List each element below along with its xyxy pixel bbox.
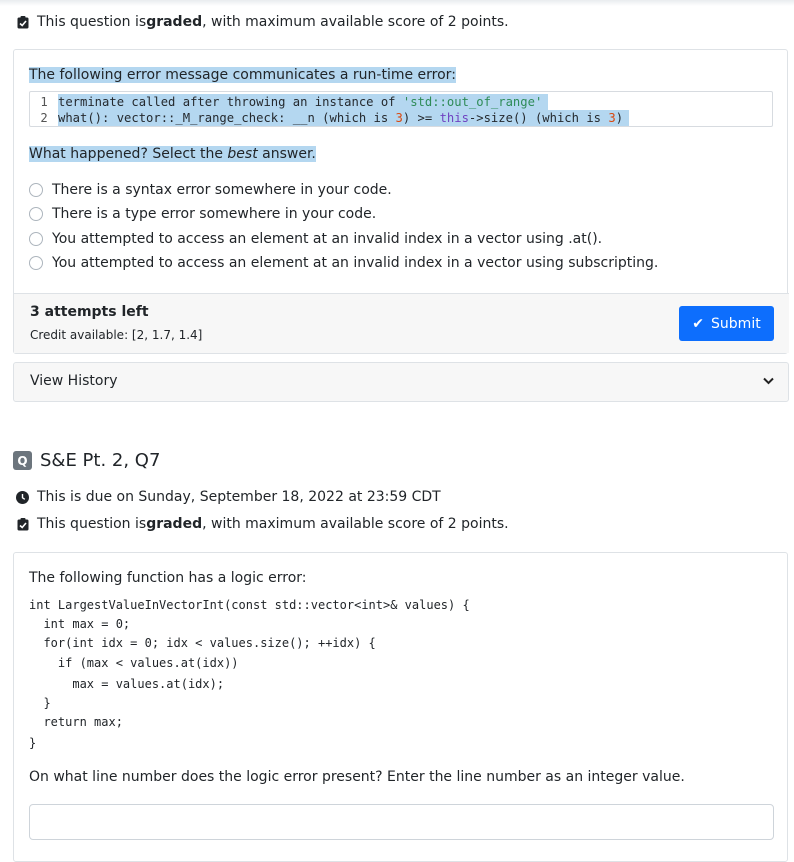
code-line: int LargestValueInVectorInt(const std::v… [29,598,470,612]
graded-bold: graded [146,14,203,30]
option-type-error[interactable]: There is a type error somewhere in your … [29,206,376,222]
code-line: } [29,736,37,750]
graded-notice-2: This question is graded, with maximum av… [16,516,509,532]
answer-input[interactable] [29,804,774,840]
check-icon: ✔ [692,315,705,332]
credit-available: Credit available: [2, 1.7, 1.4] [30,328,203,342]
view-history-label: View History [30,373,118,389]
question-text-2: On what line number does the logic error… [29,769,685,785]
clipboard-check-icon [16,517,29,531]
question-prompt: The following error message communicates… [29,67,456,83]
code-line: if (max < values.at(idx)) [29,656,239,670]
radio-button[interactable] [29,207,43,221]
code-line: int max = 0; [29,617,131,631]
question-prompt-2: The following function has a logic error… [29,570,307,586]
attempts-left: 3 attempts left [30,304,149,320]
clipboard-check-icon [16,15,29,29]
code-line: max = values.at(idx); [29,677,225,691]
card-footer: 3 attempts left Credit available: [2, 1.… [14,293,789,353]
code-line: } [29,696,51,710]
question-title-text: S&E Pt. 2, Q7 [40,450,161,471]
graded-prefix: This question is [37,14,147,30]
radio-button[interactable] [29,183,43,197]
submit-button[interactable]: ✔ Submit [679,306,774,341]
graded-suffix: , with maximum available score of 2 poin… [202,14,509,30]
clock-icon [16,490,29,504]
graded-notice: This question is graded, with maximum av… [16,14,509,30]
view-history-toggle[interactable]: View History [13,362,789,402]
graded-bold: graded [146,516,203,532]
radio-button[interactable] [29,232,43,246]
option-at-invalid-index[interactable]: You attempted to access an element at an… [29,231,602,247]
code-line: for(int idx = 0; idx < values.size(); ++… [29,636,376,650]
graded-suffix: , with maximum available score of 2 poin… [202,516,509,532]
error-code-box: 1 terminate called after throwing an inst… [29,91,773,127]
graded-prefix: This question is [37,516,147,532]
code-line: return max; [29,715,123,729]
due-notice: This is due on Sunday, September 18, 202… [16,489,441,505]
question-badge-icon: Q [13,451,32,470]
code-line-1: 1 terminate called after throwing an inst… [30,94,549,110]
radio-button[interactable] [29,256,43,270]
question-text: What happened? Select the best answer. [29,146,316,162]
option-subscript-invalid-index[interactable]: You attempted to access an element at an… [29,255,658,271]
question-title: Q S&E Pt. 2, Q7 [13,450,160,471]
option-syntax-error[interactable]: There is a syntax error somewhere in you… [29,182,392,198]
due-text: This is due on Sunday, September 18, 202… [37,489,441,505]
code-line-2: 2 what(): vector::_M_range_check: __n (wh… [30,110,630,126]
top-edge [0,0,794,6]
chevron-down-icon [763,374,774,388]
